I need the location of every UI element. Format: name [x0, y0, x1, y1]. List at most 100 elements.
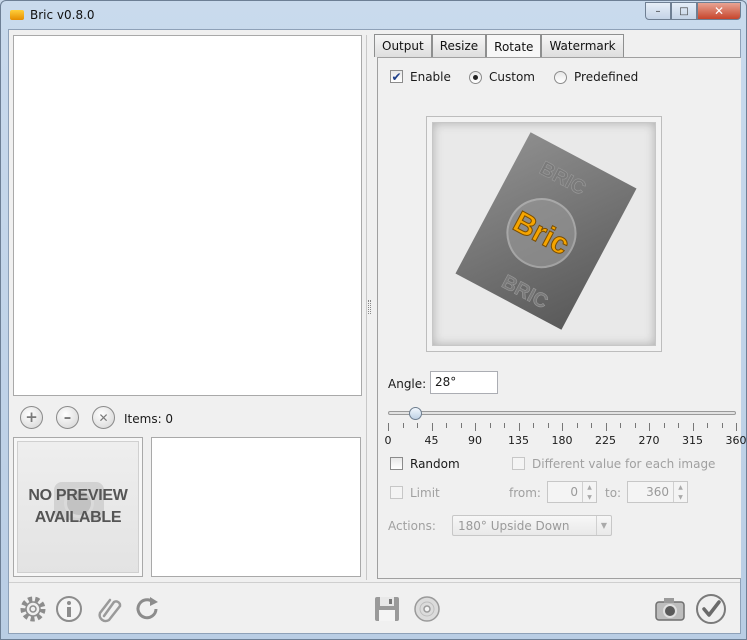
- slider-tick-label: 90: [468, 434, 482, 447]
- title-bar[interactable]: Bric v0.8.0 – □ ✕: [1, 1, 746, 29]
- predefined-label: Predefined: [574, 70, 639, 84]
- settings-gear-icon[interactable]: [17, 593, 49, 625]
- slider-tick-label: 135: [508, 434, 529, 447]
- actions-select[interactable]: 180° Upside Down ▼: [452, 515, 612, 536]
- from-label: from:: [509, 486, 541, 500]
- spinner-down-icon[interactable]: ▼: [678, 494, 683, 501]
- slider-major-tick: [475, 423, 476, 431]
- slider-major-tick: [562, 423, 563, 431]
- random-label: Random: [410, 457, 460, 471]
- thumbnail-preview: NO PREVIEW AVAILABLE: [13, 437, 143, 577]
- actions-value: 180° Upside Down: [458, 519, 570, 533]
- slider-major-tick: [692, 423, 694, 431]
- slider-ticks: [388, 423, 737, 431]
- spinner-up-icon[interactable]: ▲: [678, 484, 683, 491]
- slider-tick-label: 180: [551, 434, 573, 447]
- slider-minor-tick: [446, 423, 447, 428]
- to-spinner-arrows[interactable]: ▲ ▼: [673, 482, 687, 502]
- enable-label: Enable: [410, 70, 451, 84]
- slider-minor-tick: [678, 423, 679, 428]
- pane-splitter[interactable]: [366, 35, 374, 580]
- custom-label: Custom: [489, 70, 535, 84]
- add-files-button[interactable]: +: [20, 406, 43, 429]
- slider-major-tick: [431, 423, 433, 431]
- different-value-label: Different value for each image: [532, 457, 716, 471]
- angle-slider-thumb[interactable]: [409, 407, 423, 420]
- paperclip-icon[interactable]: [93, 593, 125, 625]
- slider-minor-tick: [504, 423, 505, 428]
- slider-tick-label: 360: [725, 434, 747, 447]
- items-count: Items: 0: [124, 412, 174, 426]
- slider-major-tick: [649, 423, 650, 431]
- chevron-down-icon[interactable]: ▼: [596, 516, 611, 535]
- plus-icon: +: [25, 408, 38, 426]
- from-value: 0: [570, 485, 578, 499]
- no-preview-placeholder: NO PREVIEW AVAILABLE: [17, 441, 139, 573]
- confirm-check-icon[interactable]: [695, 593, 727, 625]
- close-icon: ✕: [98, 410, 109, 425]
- custom-radio[interactable]: [469, 71, 482, 84]
- enable-checkbox[interactable]: ✔: [390, 70, 403, 83]
- info-icon[interactable]: [53, 593, 85, 625]
- settings-tabs: Output Resize Rotate Watermark: [374, 34, 624, 58]
- slider-major-tick: [388, 423, 389, 431]
- maximize-button[interactable]: □: [671, 2, 697, 20]
- refresh-icon[interactable]: [131, 593, 163, 625]
- limit-checkbox[interactable]: [390, 486, 403, 499]
- save-floppy-icon[interactable]: [371, 593, 403, 625]
- check-icon: ✔: [391, 69, 402, 84]
- from-spinner-arrows[interactable]: ▲ ▼: [582, 482, 596, 502]
- spinner-up-icon[interactable]: ▲: [587, 484, 592, 491]
- spinner-down-icon[interactable]: ▼: [587, 494, 592, 501]
- angle-slider-track[interactable]: [388, 411, 736, 415]
- file-list[interactable]: [13, 35, 362, 396]
- minimize-button[interactable]: –: [645, 2, 671, 20]
- app-logo-icon: [10, 10, 24, 20]
- rotate-preview-canvas: BRIC BRIC Bric: [432, 122, 656, 346]
- slider-minor-tick: [591, 423, 592, 428]
- slider-tick-label: 45: [424, 434, 439, 447]
- no-preview-text-line1: NO PREVIEW: [28, 487, 128, 504]
- predefined-radio[interactable]: [554, 71, 567, 84]
- actions-label: Actions:: [388, 519, 436, 533]
- disc-icon[interactable]: [411, 593, 443, 625]
- file-info-panel: [151, 437, 361, 577]
- camera-icon[interactable]: [654, 593, 686, 625]
- slider-tick-labels: 0 45 90 135 180 225 270 315 360: [385, 434, 747, 448]
- splitter-grip-icon[interactable]: [368, 300, 371, 314]
- slider-minor-tick: [417, 423, 418, 428]
- slider-tick-label: 270: [638, 434, 660, 447]
- slider-minor-tick: [576, 423, 578, 428]
- caption-buttons: – □ ✕: [645, 2, 741, 21]
- slider-minor-tick: [721, 423, 723, 428]
- slider-minor-tick: [634, 423, 636, 428]
- slider-minor-tick: [663, 423, 665, 428]
- slider-major-tick: [736, 423, 737, 431]
- slider-minor-tick: [547, 423, 549, 428]
- close-button[interactable]: ✕: [697, 2, 741, 20]
- client-area: + – ✕ Items: 0 NO PREVIEW AVAILABLE Outp…: [8, 29, 747, 634]
- different-value-checkbox[interactable]: [512, 457, 525, 470]
- tab-output[interactable]: Output: [374, 34, 432, 57]
- tab-rotate[interactable]: Rotate: [486, 34, 542, 58]
- slider-minor-tick: [489, 423, 491, 428]
- tab-watermark[interactable]: Watermark: [541, 34, 624, 57]
- limit-label: Limit: [410, 486, 440, 500]
- to-value: 360: [646, 485, 669, 499]
- remove-file-button[interactable]: –: [56, 406, 79, 429]
- app-window: Bric v0.8.0 – □ ✕ + – ✕ Items: 0 NO PREV…: [0, 0, 747, 640]
- slider-minor-tick: [707, 423, 708, 428]
- slider-major-tick: [518, 423, 520, 431]
- random-checkbox[interactable]: [390, 457, 403, 470]
- slider-minor-tick: [533, 423, 534, 428]
- to-spinner[interactable]: 360 ▲ ▼: [627, 481, 688, 503]
- slider-tick-label: 225: [595, 434, 616, 447]
- angle-input[interactable]: 28°: [430, 371, 498, 394]
- no-preview-text-line2: AVAILABLE: [34, 509, 122, 526]
- from-spinner[interactable]: 0 ▲ ▼: [547, 481, 597, 503]
- slider-major-tick: [605, 423, 607, 431]
- bottom-toolbar: [9, 582, 740, 633]
- tab-resize[interactable]: Resize: [431, 34, 487, 57]
- to-label: to:: [605, 486, 622, 500]
- clear-list-button[interactable]: ✕: [92, 406, 115, 429]
